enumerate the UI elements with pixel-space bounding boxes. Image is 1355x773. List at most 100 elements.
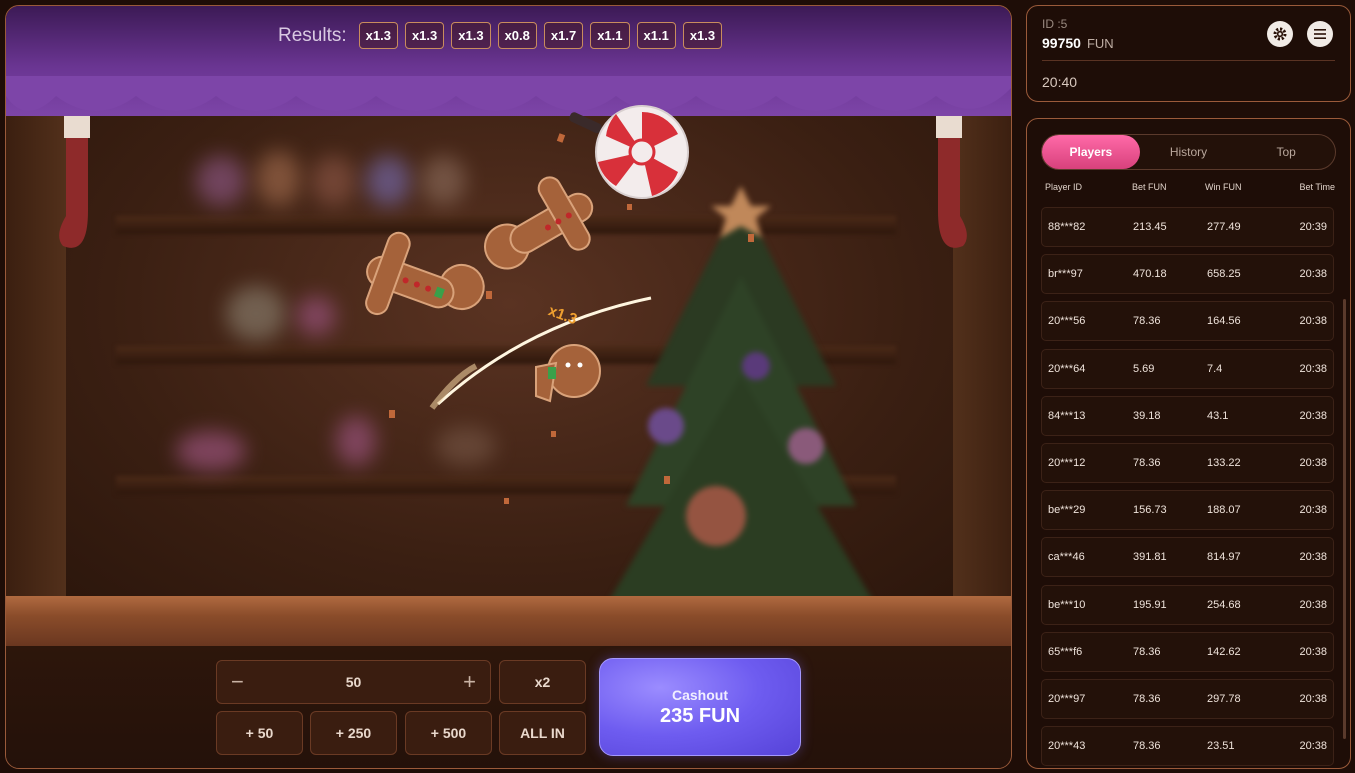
player-id-cell: be***10	[1048, 598, 1086, 611]
result-chip: x1.1	[590, 22, 630, 49]
bet-cell: 78.36	[1133, 645, 1161, 658]
bet-time-cell: 20:38	[1299, 504, 1327, 517]
scrollbar[interactable]	[1343, 299, 1346, 739]
win-cell: 658.25	[1207, 268, 1241, 281]
bet-time-cell: 20:38	[1299, 551, 1327, 564]
player-id-cell: ca***46	[1048, 551, 1085, 564]
cashout-button[interactable]: Cashout 235 FUN	[599, 658, 801, 756]
tab-history[interactable]: History	[1140, 135, 1238, 169]
bet-time-cell: 20:38	[1299, 692, 1327, 705]
bet-time-cell: 20:38	[1299, 315, 1327, 328]
settings-button[interactable]	[1267, 21, 1293, 47]
players-table: 88***82 213.45 277.49 20:39 br***97 470.18 658…	[1041, 207, 1334, 768]
bet-cell: 78.36	[1133, 456, 1161, 469]
gingerbread-man	[365, 231, 485, 316]
increase-bet-button[interactable]: +	[463, 669, 476, 695]
decrease-bet-button[interactable]: −	[231, 669, 244, 695]
table-row: be***29 156.73 188.07 20:38	[1041, 490, 1334, 531]
table-row: 20***56 78.36 164.56 20:38	[1041, 301, 1334, 342]
bet-cell: 213.45	[1133, 221, 1167, 233]
players-panel: Players History Top Player ID Bet FUN Wi…	[1026, 118, 1351, 769]
player-id-cell: 65***f6	[1048, 645, 1083, 658]
bet-time-cell: 20:38	[1299, 268, 1327, 281]
cashout-label: Cashout	[672, 686, 728, 703]
add-500-button[interactable]: + 500	[405, 711, 492, 755]
win-cell: 142.62	[1207, 645, 1241, 658]
win-cell: 23.51	[1207, 740, 1235, 753]
bet-controls: − 50 + x2 + 50 + 250 + 500 ALL IN Cashou…	[6, 646, 1011, 768]
win-cell: 7.4	[1207, 362, 1223, 375]
table-row: 20***43 78.36 23.51 20:38	[1041, 726, 1334, 767]
result-chip: x1.7	[543, 22, 584, 49]
header-win: Win FUN	[1205, 182, 1242, 192]
balance-currency: FUN	[1086, 36, 1114, 51]
game-scene: x1.3 Results: x1.3 x1.3 x1.3 x0.8 x1.7 x…	[6, 6, 1011, 646]
header-bet-time: Bet Time	[1299, 182, 1335, 192]
bet-cell: 39.18	[1133, 409, 1161, 422]
table-row: 20***12 78.36 133.22 20:38	[1041, 442, 1334, 483]
result-chip: x1.3	[404, 22, 445, 49]
win-cell: 814.97	[1207, 551, 1241, 564]
player-id-cell: be***29	[1048, 504, 1086, 517]
results-bar: Results: x1.3 x1.3 x1.3 x0.8 x1.7 x1.1 x…	[278, 22, 723, 49]
clock: 20:40	[1042, 74, 1078, 90]
win-cell: 297.78	[1207, 692, 1241, 705]
game-area: x1.3 Results: x1.3 x1.3 x1.3 x0.8 x1.7 x…	[5, 5, 1012, 769]
result-chip: x1.1	[636, 22, 676, 49]
gingerbread-head	[535, 344, 601, 403]
player-id-cell: br***97	[1048, 268, 1083, 281]
player-id-cell: 88***82	[1048, 221, 1086, 233]
win-cell: 277.49	[1207, 221, 1241, 233]
table-row: br***97 470.18 658.25 20:38	[1041, 254, 1334, 295]
bet-cell: 391.81	[1133, 551, 1167, 564]
bet-cell: 195.91	[1133, 598, 1167, 611]
tab-players[interactable]: Players	[1042, 135, 1140, 169]
gear-icon	[1273, 27, 1287, 41]
user-id: ID :5	[1042, 17, 1068, 31]
cashout-amount: 235 FUN	[659, 704, 741, 727]
result-chip: x1.3	[358, 22, 398, 49]
player-id-cell: 20***97	[1048, 692, 1086, 705]
table-row: 65***f6 78.36 142.62 20:38	[1041, 631, 1334, 672]
menu-icon	[1314, 29, 1326, 39]
table-row: be***10 195.91 254.68 20:38	[1041, 584, 1334, 625]
player-id-cell: 20***64	[1048, 362, 1086, 375]
bet-amount-input[interactable]: − 50 +	[216, 660, 491, 704]
header-player-id: Player ID	[1045, 182, 1083, 192]
win-cell: 43.1	[1207, 409, 1229, 422]
table-row: 20***97 78.36 297.78 20:38	[1041, 678, 1334, 719]
header-bet: Bet FUN	[1132, 182, 1167, 192]
table-row: ca***46 391.81 814.97 20:38	[1041, 537, 1334, 578]
bet-cell: 78.36	[1133, 692, 1161, 705]
bet-time-cell: 20:38	[1299, 645, 1327, 658]
player-id-cell: 20***12	[1048, 456, 1086, 469]
add-50-button[interactable]: + 50	[216, 711, 303, 755]
bet-time-cell: 20:38	[1299, 362, 1327, 375]
divider	[1042, 60, 1335, 61]
player-id-cell: 20***43	[1048, 740, 1086, 753]
double-bet-button[interactable]: x2	[499, 660, 586, 704]
bet-cell: 156.73	[1133, 504, 1167, 517]
gingerbread-man	[484, 176, 594, 270]
results-label: Results:	[278, 24, 347, 46]
account-panel: ID :5 99750 FUN 20:40	[1026, 5, 1351, 102]
bet-amount-value: 50	[345, 674, 362, 690]
balance: 99750 FUN	[1042, 35, 1114, 51]
bet-time-cell: 20:38	[1299, 740, 1327, 753]
bet-time-cell: 20:38	[1299, 456, 1327, 469]
all-in-button[interactable]: ALL IN	[499, 711, 586, 755]
table-row: 88***82 213.45 277.49 20:39	[1041, 207, 1334, 247]
add-250-button[interactable]: + 250	[310, 711, 397, 755]
balance-value: 99750	[1042, 35, 1081, 51]
bet-cell: 78.36	[1133, 740, 1161, 753]
bet-cell: 5.69	[1133, 362, 1155, 375]
table-row: 84***13 39.18 43.1 20:38	[1041, 395, 1334, 436]
menu-button[interactable]	[1307, 21, 1333, 47]
panel-tabs: Players History Top	[1041, 134, 1336, 170]
tab-top[interactable]: Top	[1237, 135, 1335, 169]
table-header: Player ID Bet FUN Win FUN Bet Time	[1045, 182, 1335, 196]
result-chip: x1.3	[451, 22, 491, 49]
lollipop	[569, 105, 689, 199]
win-cell: 164.56	[1207, 315, 1241, 328]
win-cell: 133.22	[1207, 456, 1241, 469]
